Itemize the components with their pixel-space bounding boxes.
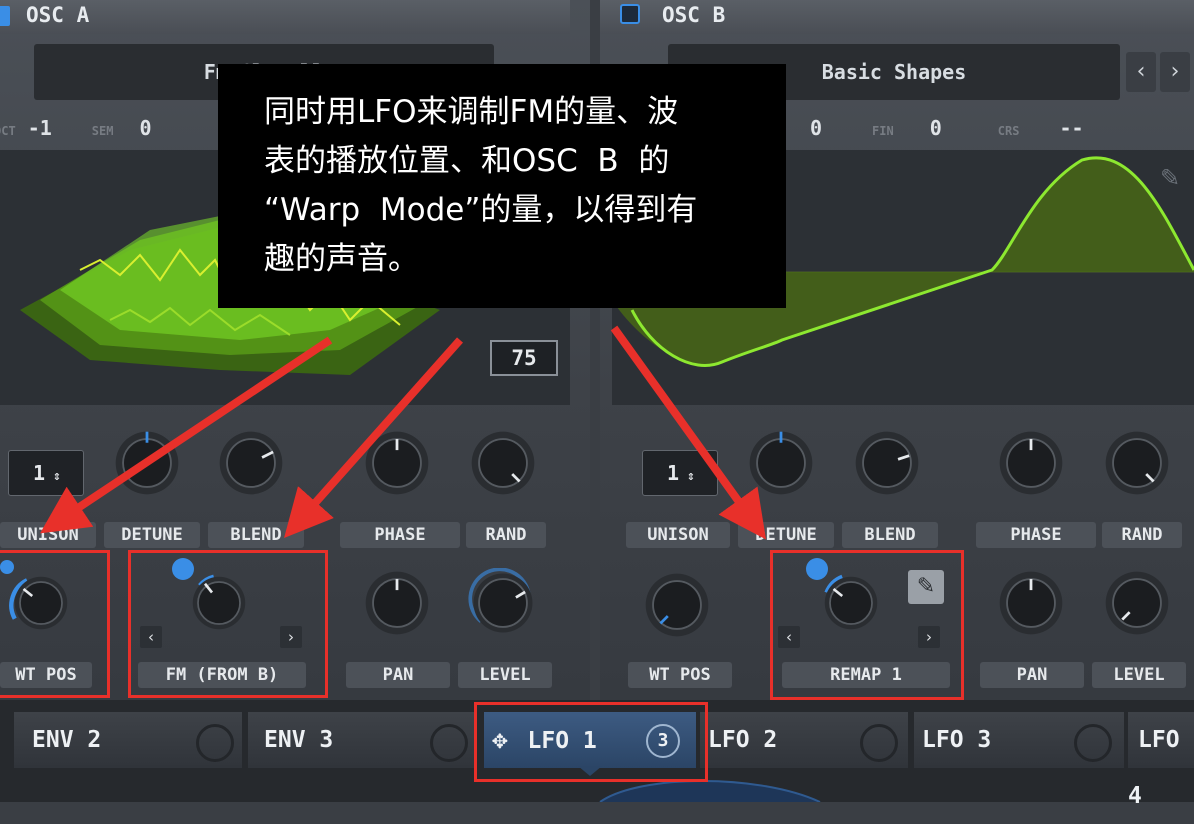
tooltip-line-1: 同时用LFO来调制FM的量、波 xyxy=(264,94,679,130)
annotation-tooltip: 同时用LFO来调制FM的量、波 表的播放位置、和OSC B 的 “Warp Mo… xyxy=(218,64,786,308)
arrow-to-remap xyxy=(610,325,767,540)
arrow-to-fm xyxy=(284,337,463,538)
tooltip-line-4: 趣的声音。 xyxy=(264,241,419,277)
tooltip-line-2: 表的播放位置、和OSC B 的 xyxy=(264,143,670,179)
tooltip-line-3: “Warp Mode”的量，以得到有 xyxy=(264,192,698,228)
arrow-to-wt-pos xyxy=(40,336,333,534)
